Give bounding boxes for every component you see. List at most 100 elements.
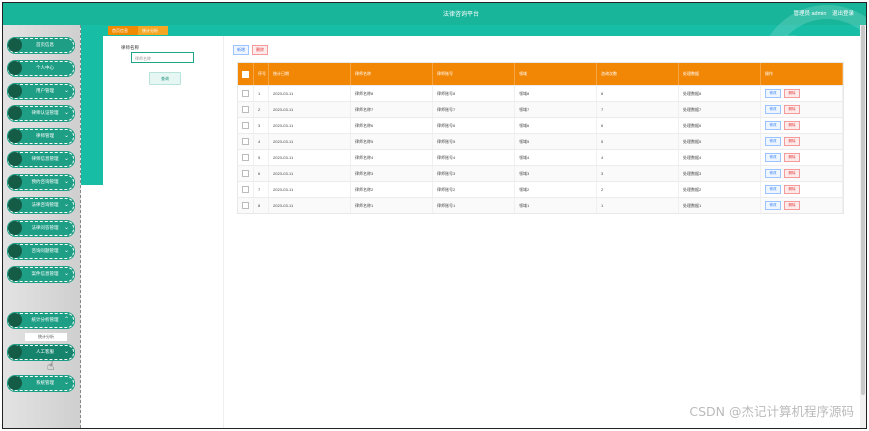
delete-button[interactable]: 删除 xyxy=(784,137,800,146)
col-header: 律师名称 xyxy=(351,63,433,85)
sidebar-item-support[interactable]: 人工客服 ⌄ xyxy=(8,345,74,360)
add-button[interactable]: 新增 xyxy=(233,45,249,55)
cell-actions: 修改 删除 xyxy=(761,150,843,165)
bulk-delete-button[interactable]: 删除 xyxy=(252,45,268,55)
menu-bullet-icon xyxy=(8,267,22,281)
menu-bullet-icon xyxy=(8,61,22,75)
table-row: 5 2023-03-11 律师名称4 律师账号4 领域4 4 处理数据4 修改 删除 xyxy=(238,149,843,165)
cell-lawyer-name: 律师名称7 xyxy=(351,102,433,117)
chevron-down-icon: ⌄ xyxy=(63,380,69,386)
row-checkbox[interactable] xyxy=(238,102,254,117)
col-header: 处理数据 xyxy=(679,63,761,85)
chevron-down-icon: ⌄ xyxy=(63,271,69,277)
cell-field: 领域7 xyxy=(515,102,597,117)
scrollbar[interactable] xyxy=(860,25,866,428)
sidebar-item-statistics[interactable]: 统计分析管理 ⌃ xyxy=(8,313,74,328)
edit-button[interactable]: 修改 xyxy=(765,153,781,162)
cell-lawyer-name: 律师名称5 xyxy=(351,134,433,149)
row-checkbox[interactable] xyxy=(238,198,254,213)
chevron-down-icon: ⌄ xyxy=(63,248,69,254)
sidebar-item-appointments[interactable]: 预约咨询管理 ⌄ xyxy=(8,175,74,190)
delete-button[interactable]: 删除 xyxy=(784,121,800,130)
row-checkbox[interactable] xyxy=(238,118,254,133)
sidebar: 首页信息 个人中心 用户管理 ⌄ 律师认证管理 ⌄ 律师管理 ⌄ 律师信息管理 ⌄ 预约… xyxy=(3,25,81,428)
cell-count: 5 xyxy=(597,134,679,149)
cell-field: 领域4 xyxy=(515,150,597,165)
cell-data: 处理数据8 xyxy=(679,86,761,101)
row-checkbox[interactable] xyxy=(238,134,254,149)
edit-button[interactable]: 修改 xyxy=(765,185,781,194)
cell-data: 处理数据2 xyxy=(679,182,761,197)
chevron-down-icon: ⌄ xyxy=(63,133,69,139)
app-title: 法律咨询平台 xyxy=(443,12,480,18)
row-checkbox[interactable] xyxy=(238,86,254,101)
table-row: 3 2023-03-11 律师名称6 律师账号6 领域6 6 处理数据6 修改 删除 xyxy=(238,117,843,133)
delete-button[interactable]: 删除 xyxy=(784,153,800,162)
cell-actions: 修改 删除 xyxy=(761,166,843,181)
edit-button[interactable]: 修改 xyxy=(765,89,781,98)
search-input[interactable]: 律师名称 xyxy=(131,52,194,63)
cell-index: 2 xyxy=(254,102,269,117)
search-panel: 律师名称 律师名称 查询 xyxy=(103,36,224,428)
menu-bullet-icon xyxy=(8,175,22,189)
sidebar-item-lawyer-info[interactable]: 律师信息管理 ⌄ xyxy=(8,152,74,167)
sidebar-item-cases[interactable]: 案件信息管理 ⌄ xyxy=(8,267,74,282)
edit-button[interactable]: 修改 xyxy=(765,169,781,178)
edit-button[interactable]: 修改 xyxy=(765,137,781,146)
sidebar-item-profile[interactable]: 个人中心 xyxy=(8,61,74,76)
cell-date: 2023-03-11 xyxy=(269,118,351,133)
edit-button[interactable]: 修改 xyxy=(765,121,781,130)
cell-field: 领域6 xyxy=(515,118,597,133)
delete-button[interactable]: 删除 xyxy=(784,89,800,98)
tab-statistics[interactable]: 统计分析 xyxy=(138,26,168,35)
cell-actions: 修改 删除 xyxy=(761,86,843,101)
delete-button[interactable]: 删除 xyxy=(784,105,800,114)
cell-lawyer-account: 律师账号2 xyxy=(433,182,515,197)
cell-data: 处理数据5 xyxy=(679,134,761,149)
edit-button[interactable]: 修改 xyxy=(765,105,781,114)
cell-lawyer-name: 律师名称2 xyxy=(351,182,433,197)
sidebar-item-users[interactable]: 用户管理 ⌄ xyxy=(8,84,74,99)
row-checkbox[interactable] xyxy=(238,150,254,165)
chevron-down-icon: ⌄ xyxy=(63,179,69,185)
cell-date: 2023-03-11 xyxy=(269,86,351,101)
edit-button[interactable]: 修改 xyxy=(765,201,781,210)
cell-actions: 修改 删除 xyxy=(761,118,843,133)
sidebar-item-qa[interactable]: 法律问答管理 ⌄ xyxy=(8,221,74,236)
col-header: 统计日期 xyxy=(269,63,351,85)
cell-data: 处理数据4 xyxy=(679,150,761,165)
sidebar-item-consult[interactable]: 法律咨询管理 ⌄ xyxy=(8,198,74,213)
sidebar-item-lawyers[interactable]: 律师管理 ⌄ xyxy=(8,129,74,144)
col-header: 律师账号 xyxy=(433,63,515,85)
sidebar-item-home[interactable]: 首页信息 xyxy=(8,38,74,53)
delete-button[interactable]: 删除 xyxy=(784,201,800,210)
scrollbar-thumb[interactable] xyxy=(861,25,865,395)
cell-count: 3 xyxy=(597,166,679,181)
sidebar-item-questions[interactable]: 咨询问题管理 ⌄ xyxy=(8,244,74,259)
cell-lawyer-account: 律师账号8 xyxy=(433,86,515,101)
select-all-checkbox[interactable] xyxy=(238,63,254,85)
search-button[interactable]: 查询 xyxy=(149,72,181,85)
menu-bullet-icon xyxy=(8,106,22,120)
cell-lawyer-account: 律师账号3 xyxy=(433,166,515,181)
cell-lawyer-account: 律师账号5 xyxy=(433,134,515,149)
menu-bullet-icon xyxy=(8,84,22,98)
watermark: CSDN @杰记计算机程序源码 xyxy=(689,404,854,419)
sidebar-item-system[interactable]: 系统管理 ⌄ xyxy=(8,376,74,391)
cell-count: 2 xyxy=(597,182,679,197)
sidebar-item-lawyer-cert[interactable]: 律师认证管理 ⌄ xyxy=(8,106,74,121)
menu-bullet-icon xyxy=(8,313,22,327)
table-body: 1 2023-03-11 律师名称8 律师账号8 领域8 8 处理数据8 修改 删除 2 2023-… xyxy=(238,85,843,213)
chevron-down-icon: ⌄ xyxy=(63,88,69,94)
delete-button[interactable]: 删除 xyxy=(784,185,800,194)
row-checkbox[interactable] xyxy=(238,166,254,181)
cell-index: 6 xyxy=(254,166,269,181)
table-row: 6 2023-03-11 律师名称3 律师账号3 领域3 3 处理数据3 修改 删除 xyxy=(238,165,843,181)
submenu-item-statistics[interactable]: 统计分析 xyxy=(25,333,67,341)
row-checkbox[interactable] xyxy=(238,182,254,197)
delete-button[interactable]: 删除 xyxy=(784,169,800,178)
cell-date: 2023-03-11 xyxy=(269,102,351,117)
search-label: 律师名称 xyxy=(121,45,139,50)
cell-lawyer-name: 律师名称6 xyxy=(351,118,433,133)
cell-lawyer-account: 律师账号6 xyxy=(433,118,515,133)
